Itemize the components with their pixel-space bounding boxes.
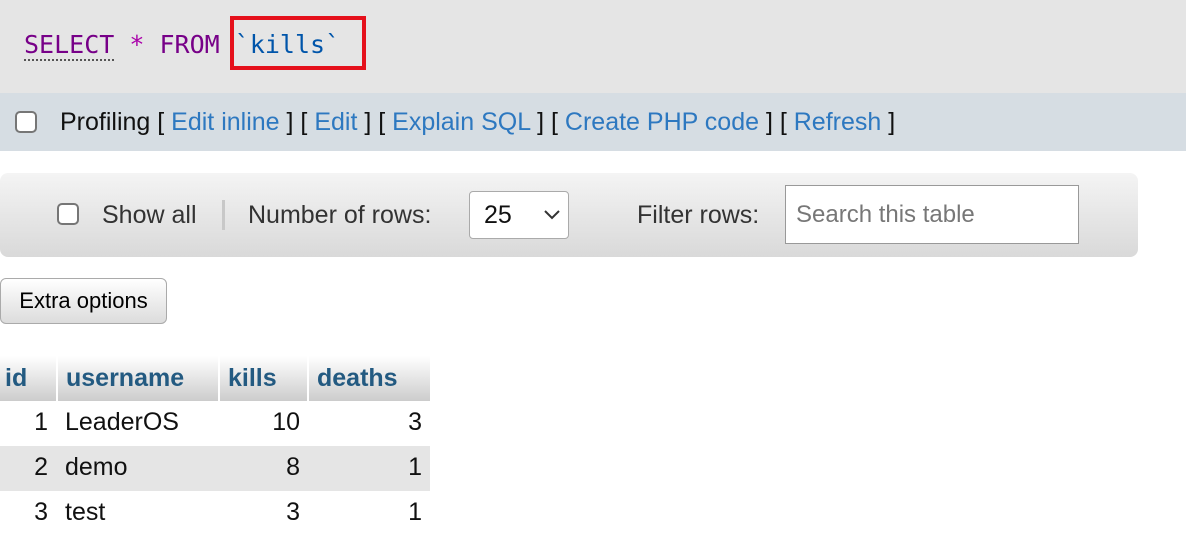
show-all-checkbox[interactable] <box>57 203 79 225</box>
sql-star: * <box>129 30 145 59</box>
filter-rows-label: Filter rows: <box>637 201 760 229</box>
profiling-checkbox[interactable] <box>15 111 37 133</box>
highlight-annotation <box>230 16 366 70</box>
cell-kills: 8 <box>286 453 300 481</box>
sql-keyword-select[interactable]: SELECT <box>24 30 115 61</box>
profiling-label: Profiling <box>60 108 151 136</box>
refresh-link[interactable]: Refresh <box>794 108 882 136</box>
table-row[interactable]: 1 LeaderOS 10 3 <box>0 401 430 446</box>
column-header-deaths[interactable]: deaths <box>309 356 430 401</box>
divider <box>222 200 225 230</box>
show-all-label[interactable]: Show all <box>102 200 197 230</box>
chevron-down-icon <box>544 210 560 220</box>
edit-inline-link[interactable]: Edit inline <box>171 108 279 136</box>
create-php-code-link[interactable]: Create PHP code <box>565 108 759 136</box>
cell-id: 1 <box>34 408 48 436</box>
rows-select[interactable]: 25 <box>469 191 569 239</box>
cell-kills: 10 <box>272 408 300 436</box>
cell-deaths: 3 <box>408 408 422 436</box>
search-input[interactable] <box>786 186 1078 243</box>
table-row[interactable]: 3 test 3 1 <box>0 491 430 536</box>
cell-id: 2 <box>34 453 48 481</box>
search-field[interactable] <box>785 185 1079 244</box>
column-header-kills[interactable]: kills <box>220 356 307 401</box>
cell-username: demo <box>65 453 128 481</box>
table-row[interactable]: 2 demo 8 1 <box>0 446 430 491</box>
cell-deaths: 1 <box>408 453 422 481</box>
column-header-username[interactable]: username <box>58 356 218 401</box>
sql-keyword-from: FROM <box>159 30 220 59</box>
column-header-id[interactable]: id <box>0 356 56 401</box>
sql-query-bar: SELECT * FROM `kills` <box>0 0 1186 93</box>
cell-kills: 3 <box>286 498 300 526</box>
explain-sql-link[interactable]: Explain SQL <box>392 108 530 136</box>
profiling-links: Profiling [ Edit inline ] [ Edit ] [ Exp… <box>60 108 896 136</box>
edit-link[interactable]: Edit <box>314 108 357 136</box>
extra-options-button[interactable]: Extra options <box>0 278 167 324</box>
rows-label: Number of rows: <box>248 201 432 229</box>
cell-id: 3 <box>34 498 48 526</box>
cell-deaths: 1 <box>408 498 422 526</box>
rows-select-value: 25 <box>484 201 512 229</box>
cell-username: test <box>65 498 106 526</box>
cell-username: LeaderOS <box>65 408 179 436</box>
